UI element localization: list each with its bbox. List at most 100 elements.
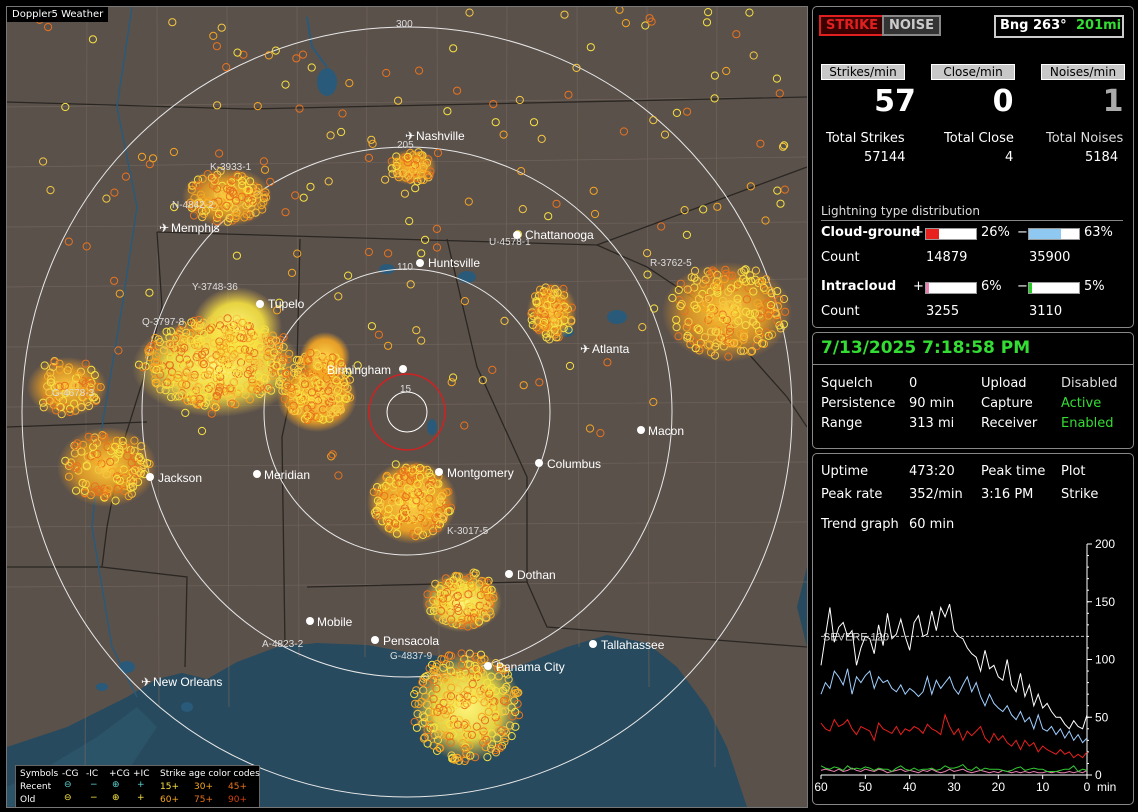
strike-symbol xyxy=(114,346,123,355)
svg-text:K-3933-1: K-3933-1 xyxy=(210,162,252,173)
svg-text:Atlanta: Atlanta xyxy=(592,342,630,356)
svg-text:R-3762-5: R-3762-5 xyxy=(650,258,692,269)
strike-symbol xyxy=(168,18,177,27)
strike-symbol xyxy=(222,63,231,72)
strike-symbol xyxy=(110,188,119,197)
y-tick-label: 200 xyxy=(1095,537,1115,551)
strike-symbol xyxy=(460,297,469,306)
svg-text:Meridian: Meridian xyxy=(264,468,310,482)
close-per-min-label: Close/min xyxy=(931,64,1015,80)
y-tick-label: 100 xyxy=(1095,653,1115,667)
strike-symbol xyxy=(432,243,442,252)
svg-text:Columbus: Columbus xyxy=(547,457,601,471)
strike-symbol xyxy=(384,249,393,258)
strike-symbol xyxy=(88,35,98,44)
strike-symbol xyxy=(121,172,131,181)
svg-text:✈: ✈ xyxy=(405,129,415,143)
strike-symbol xyxy=(615,7,624,14)
svg-text:✈: ✈ xyxy=(580,342,590,356)
strike-symbol xyxy=(773,186,782,195)
strike-symbol xyxy=(292,54,301,63)
map-canvas[interactable]: 300 205 110 15 ✈ Nashville Chattanooga H… xyxy=(7,7,807,807)
strike-symbol xyxy=(382,68,391,78)
strike-symbol xyxy=(776,199,785,208)
strikes-per-min-label: Strikes/min xyxy=(821,64,905,80)
strike-symbol xyxy=(453,86,462,95)
neg-ic-icon: − xyxy=(90,780,98,790)
bearing-box: Bng 263° 201mi xyxy=(994,15,1124,38)
strike-symbol xyxy=(465,8,474,17)
strike-symbol xyxy=(412,326,421,335)
strike-symbol xyxy=(266,177,275,186)
noise-indicator[interactable]: NOISE xyxy=(882,15,942,36)
svg-text:A-4823-2: A-4823-2 xyxy=(262,639,304,650)
strike-symbol xyxy=(585,424,595,433)
total-noises-label: Total Noises xyxy=(1046,131,1124,146)
strike-symbol xyxy=(61,102,70,112)
strike-symbol xyxy=(649,397,658,407)
svg-text:G-4678-3: G-4678-3 xyxy=(52,388,95,399)
lightning-map[interactable]: 300 205 110 15 ✈ Nashville Chattanooga H… xyxy=(6,6,808,808)
svg-text:Nashville: Nashville xyxy=(416,129,465,143)
total-close-label: Total Close xyxy=(944,131,1014,146)
svg-text:Huntsville: Huntsville xyxy=(428,256,480,270)
svg-text:Macon: Macon xyxy=(648,424,684,438)
strike-symbol xyxy=(449,373,458,382)
strike-symbol xyxy=(699,205,708,214)
strike-symbol xyxy=(215,149,224,158)
y-tick-label: 150 xyxy=(1095,595,1115,609)
strike-symbol xyxy=(560,10,569,19)
strike-symbol xyxy=(499,130,508,139)
total-strikes: 57144 xyxy=(864,150,906,165)
strike-symbol xyxy=(761,216,770,225)
cloud-ground-label: Cloud-ground xyxy=(821,225,921,240)
y-tick-label: 50 xyxy=(1095,710,1109,724)
svg-text:Birmingham: Birmingham xyxy=(327,363,391,377)
strike-symbol xyxy=(449,44,458,53)
strike-symbol xyxy=(324,177,333,186)
city-birmingham: Birmingham xyxy=(327,363,407,377)
strike-symbol xyxy=(596,429,605,438)
strike-symbol xyxy=(110,276,119,285)
strike-symbol xyxy=(281,80,290,89)
svg-text:Y-3748-36: Y-3748-36 xyxy=(192,282,238,293)
city-atlanta: ✈ Atlanta xyxy=(580,342,630,356)
strike-symbol xyxy=(298,50,308,59)
strike-symbol xyxy=(756,139,765,148)
app-title: Doppler5 Weather xyxy=(7,7,109,22)
strike-symbol xyxy=(643,249,652,258)
strike-symbol xyxy=(367,322,376,331)
strike-indicator[interactable]: STRIKE xyxy=(819,15,886,36)
trend-graph: 20015010050060 50 40 30 20 10 0 minSEVERE 120 xyxy=(814,537,1116,794)
city-pensacola: Pensacola xyxy=(371,634,439,648)
strike-symbol xyxy=(775,89,784,98)
strike-symbol xyxy=(586,43,595,52)
strike-symbol xyxy=(518,205,527,214)
x-tick-label: 0 xyxy=(1084,780,1091,794)
distribution-title: Lightning type distribution xyxy=(821,204,980,218)
city-montgomery: Montgomery xyxy=(435,466,514,480)
svg-text:Panama City: Panama City xyxy=(496,660,565,674)
strike-symbol xyxy=(772,74,782,83)
strike-symbol xyxy=(337,127,346,137)
city-dothan: Dothan xyxy=(505,568,556,582)
strike-symbol xyxy=(565,361,575,371)
strike-symbol xyxy=(464,197,473,206)
pos-ic-icon: + xyxy=(137,780,145,790)
svg-text:Q-3797-8: Q-3797-8 xyxy=(142,317,185,328)
trend-series-line xyxy=(820,713,1088,759)
strike-symbol xyxy=(115,289,124,298)
svg-text:Memphis: Memphis xyxy=(171,221,220,235)
strike-symbol xyxy=(137,152,147,161)
x-axis-label: min xyxy=(1097,780,1116,794)
strike-symbol xyxy=(657,222,666,231)
strike-symbol xyxy=(432,224,441,233)
strike-symbol xyxy=(400,189,409,198)
svg-text:Mobile: Mobile xyxy=(317,615,353,629)
x-tick-label: 30 xyxy=(947,780,961,794)
strike-symbol xyxy=(306,182,315,191)
strike-symbol xyxy=(621,19,631,28)
strike-symbol xyxy=(417,336,426,345)
date-time: 7/13/2025 7:18:58 PM xyxy=(821,338,1031,358)
storm-id-labels: K-3933-1 N-4842-2 U-4578-1 R-3762-5 Q-37… xyxy=(52,162,692,662)
